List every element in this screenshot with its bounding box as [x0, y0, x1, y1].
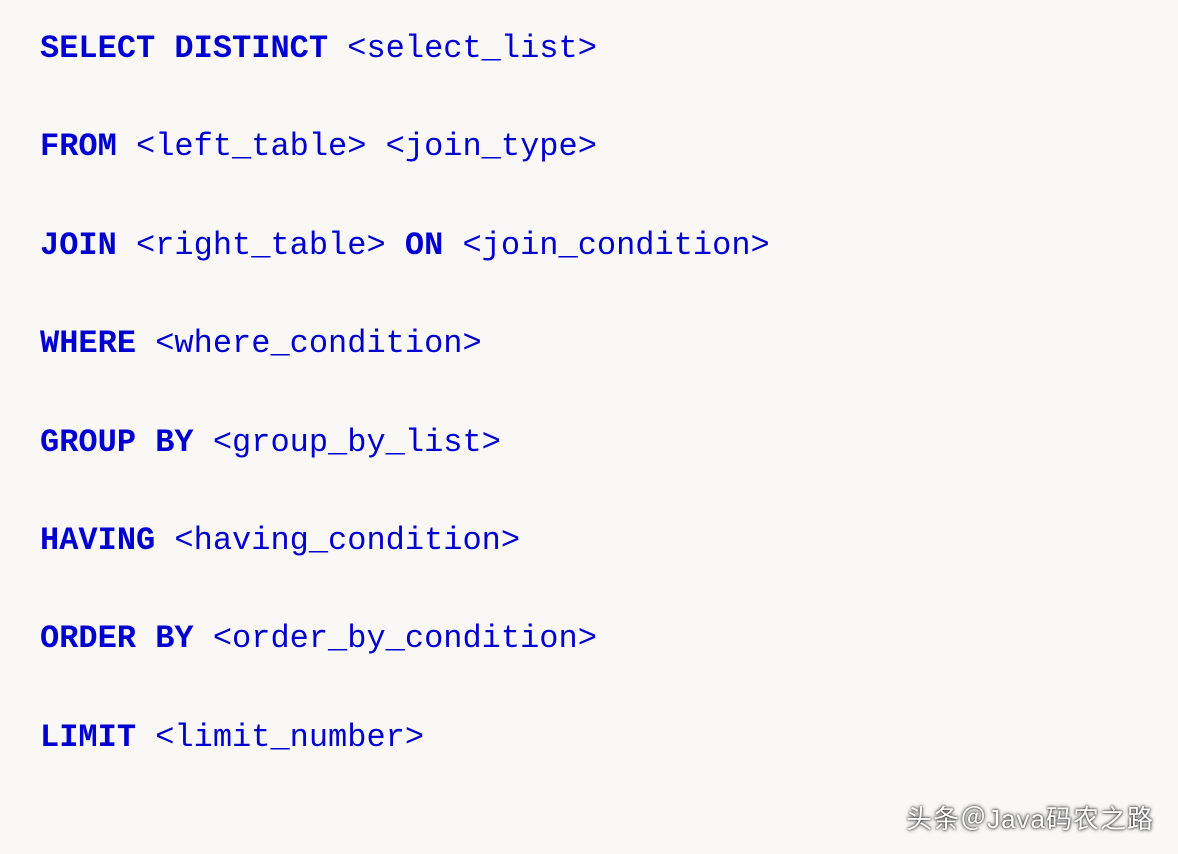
placeholder-right-table: <right_table>: [136, 227, 386, 264]
space: [366, 128, 385, 165]
space: [194, 620, 213, 657]
space: [117, 128, 136, 165]
space: [117, 227, 136, 264]
keyword-by: BY: [155, 620, 193, 657]
code-line: SELECT DISTINCT <select_list>: [40, 30, 1138, 68]
placeholder-join-condition: <join_condition>: [462, 227, 769, 264]
space: [155, 522, 174, 559]
space: [136, 325, 155, 362]
code-line: HAVING <having_condition>: [40, 522, 1138, 560]
watermark-text: 头条＠Java码农之路: [906, 799, 1154, 836]
code-line: ORDER BY <order_by_condition>: [40, 620, 1138, 658]
code-line: JOIN <right_table> ON <join_condition>: [40, 227, 1138, 265]
keyword-on: ON: [405, 227, 443, 264]
placeholder-join-type: <join_type>: [386, 128, 597, 165]
keyword-group: GROUP: [40, 424, 136, 461]
keyword-from: FROM: [40, 128, 117, 165]
space: [386, 227, 405, 264]
keyword-select: SELECT: [40, 30, 155, 67]
keyword-limit: LIMIT: [40, 719, 136, 756]
space: [194, 424, 213, 461]
space: [155, 30, 174, 67]
keyword-having: HAVING: [40, 522, 155, 559]
keyword-by: BY: [155, 424, 193, 461]
space: [328, 30, 347, 67]
code-line: FROM <left_table> <join_type>: [40, 128, 1138, 166]
keyword-distinct: DISTINCT: [174, 30, 328, 67]
placeholder-having-condition: <having_condition>: [174, 522, 520, 559]
code-line: WHERE <where_condition>: [40, 325, 1138, 363]
placeholder-where-condition: <where_condition>: [155, 325, 481, 362]
keyword-join: JOIN: [40, 227, 117, 264]
code-line: GROUP BY <group_by_list>: [40, 424, 1138, 462]
space: [136, 620, 155, 657]
space: [136, 719, 155, 756]
placeholder-select-list: <select_list>: [347, 30, 597, 67]
keyword-order: ORDER: [40, 620, 136, 657]
placeholder-group-by-list: <group_by_list>: [213, 424, 501, 461]
placeholder-limit-number: <limit_number>: [155, 719, 424, 756]
placeholder-left-table: <left_table>: [136, 128, 366, 165]
placeholder-order-by-condition: <order_by_condition>: [213, 620, 597, 657]
space: [136, 424, 155, 461]
sql-syntax-block: SELECT DISTINCT <select_list> FROM <left…: [40, 30, 1138, 757]
keyword-where: WHERE: [40, 325, 136, 362]
space: [443, 227, 462, 264]
code-line: LIMIT <limit_number>: [40, 719, 1138, 757]
